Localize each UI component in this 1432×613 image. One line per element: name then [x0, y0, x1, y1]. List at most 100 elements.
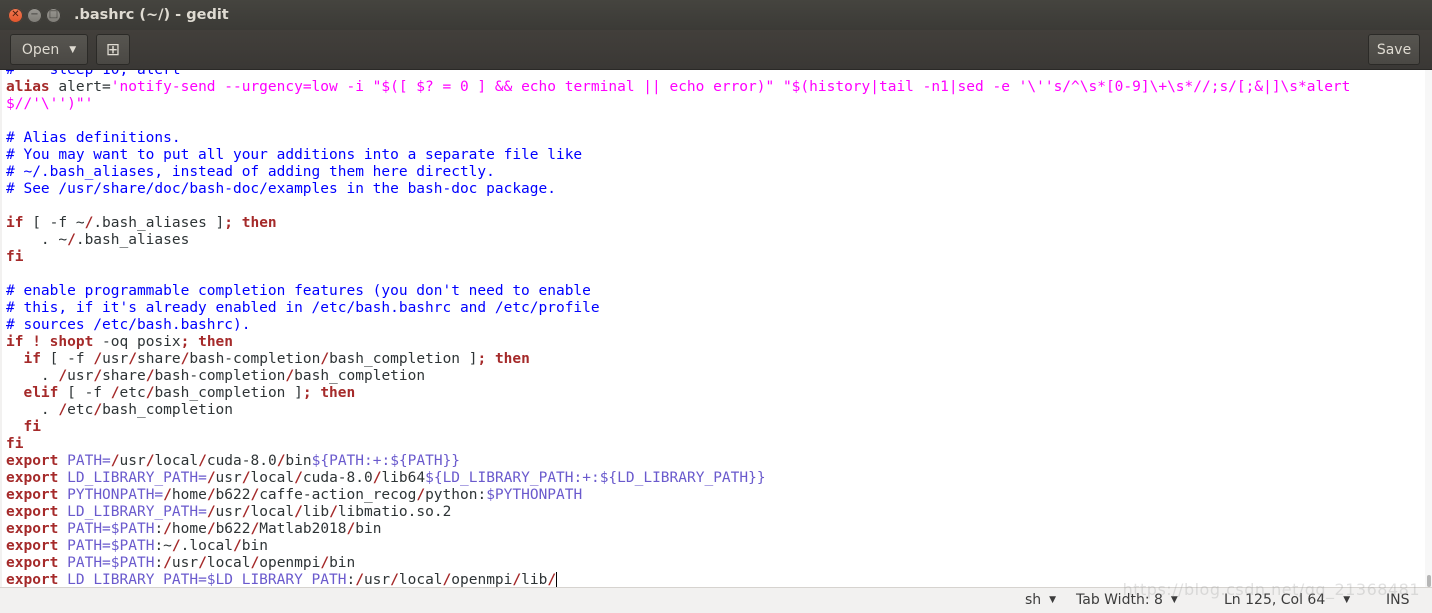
code-token: / [416, 487, 426, 503]
code-line: fi [6, 419, 1350, 436]
code-line: # Alias definitions. [6, 130, 1350, 147]
code-token: then [494, 351, 530, 367]
code-token: local [250, 504, 295, 520]
code-token: b622 [215, 487, 251, 503]
code-token: ${PATH:+:${PATH}} [311, 453, 461, 469]
close-icon: ✕ [11, 9, 20, 20]
code-token: if [23, 351, 41, 367]
code-line: fi [6, 249, 1350, 266]
code-token: bash_completion [102, 402, 234, 418]
code-token: / [198, 453, 207, 469]
code-token: usr [67, 368, 94, 384]
code-token: / [93, 351, 103, 367]
code-token: fi [23, 419, 41, 435]
code-token: if [6, 334, 24, 350]
code-token: / [390, 572, 399, 587]
vertical-scrollbar[interactable] [1425, 70, 1432, 587]
new-document-icon: ⊞ [105, 39, 121, 60]
code-token: bash_completion ] [154, 385, 303, 401]
minimize-window-button[interactable]: − [27, 7, 42, 23]
code-token: openmpi [259, 555, 321, 571]
code-token: # sleep 10; alert [6, 70, 181, 78]
watermark: https://blog.csdn.net/qq_21368481 [1122, 580, 1420, 599]
code-token: bash-completion [154, 368, 286, 384]
code-token: PATH= [67, 453, 111, 469]
code-token: bin [241, 538, 268, 554]
save-button-label: Save [1376, 41, 1412, 58]
header-bar: Open ▼ ⊞ Save [0, 30, 1432, 70]
code-token: export [6, 453, 59, 469]
code-line: . /etc/bash_completion [6, 402, 1350, 419]
code-token: / [320, 555, 330, 571]
code-token: bin [355, 521, 382, 537]
code-line: # sources /etc/bash.bashrc). [6, 317, 1350, 334]
new-tab-button[interactable]: ⊞ [96, 34, 130, 65]
code-token: caffe-action_recog [259, 487, 417, 503]
code-token: share [137, 351, 181, 367]
code-line: if ! shopt -oq posix; then [6, 334, 1350, 351]
code-token: [ -f [58, 385, 111, 401]
close-window-button[interactable]: ✕ [8, 7, 23, 23]
code-line: # sleep 10; alert [6, 70, 1350, 79]
code-token: / [206, 487, 216, 503]
save-button[interactable]: Save [1368, 34, 1420, 65]
code-line: . ~/.bash_aliases [6, 232, 1350, 249]
code-token: / [84, 215, 94, 231]
code-token: / [355, 572, 364, 587]
code-token: ! shopt [32, 334, 94, 350]
code-token: / [250, 555, 260, 571]
code-token: / [547, 572, 557, 587]
code-token: / [58, 368, 68, 384]
code-line: if [ -f ~/.bash_aliases ]; then [6, 215, 1350, 232]
scrollbar-thumb[interactable] [1427, 575, 1431, 587]
maximize-window-button[interactable]: □ [46, 7, 61, 23]
code-token: usr [215, 470, 242, 486]
code-token: -oq posix [93, 334, 181, 350]
code-line: export PATH=$PATH:/home/b622/Matlab2018/… [6, 521, 1350, 538]
code-token: [ -f ~ [23, 215, 85, 231]
code-token: # ~/.bash_aliases, instead of adding the… [6, 164, 495, 180]
code-token: openmpi [451, 572, 513, 587]
code-token: bash_completion [294, 368, 426, 384]
code-token: # sources /etc/bash.bashrc). [6, 317, 251, 333]
code-token: $PYTHONPATH [486, 487, 583, 503]
code-token: LD_LIBRARY_PATH= [67, 504, 207, 520]
title-bar: ✕ − □ .bashrc (~/) - gedit [0, 0, 1432, 30]
code-token: if [6, 215, 24, 231]
code-token: ; [224, 215, 233, 231]
code-token: then [198, 334, 234, 350]
code-token: libmatio.so.2 [337, 504, 452, 520]
code-token: .bash_aliases [75, 232, 190, 248]
code-line: . /usr/share/bash-completion/bash_comple… [6, 368, 1350, 385]
code-token: cuda-8.0 [206, 453, 277, 469]
code-token: / [171, 538, 181, 554]
chevron-down-icon: ▼ [69, 44, 77, 55]
code-token: fi [6, 436, 24, 452]
language-selector[interactable]: sh ▼ [1025, 592, 1056, 608]
code-token: usr [102, 351, 129, 367]
open-button[interactable]: Open ▼ [10, 34, 88, 65]
code-token: home [171, 487, 207, 503]
code-token: cuda-8.0 [302, 470, 373, 486]
code-token: local [398, 572, 443, 587]
code-line: export PYTHONPATH=/home/b622/caffe-actio… [6, 487, 1350, 504]
window-title: .bashrc (~/) - gedit [74, 7, 229, 23]
code-token: / [346, 521, 356, 537]
minimize-icon: − [30, 9, 39, 20]
code-line: export LD_LIBRARY_PATH=/usr/local/lib/li… [6, 504, 1350, 521]
code-token: LD_LIBRARY_PATH= [67, 470, 207, 486]
code-token: usr [119, 453, 146, 469]
code-token: / [320, 351, 330, 367]
code-token: / [163, 555, 172, 571]
code-token: local [154, 453, 199, 469]
code-token: Matlab2018 [259, 521, 347, 537]
code-token: # You may want to put all your additions… [6, 147, 583, 163]
code-token: / [250, 487, 260, 503]
text-editor-view[interactable]: # sleep 10; alert alias alert='notify-sen… [0, 70, 1427, 587]
